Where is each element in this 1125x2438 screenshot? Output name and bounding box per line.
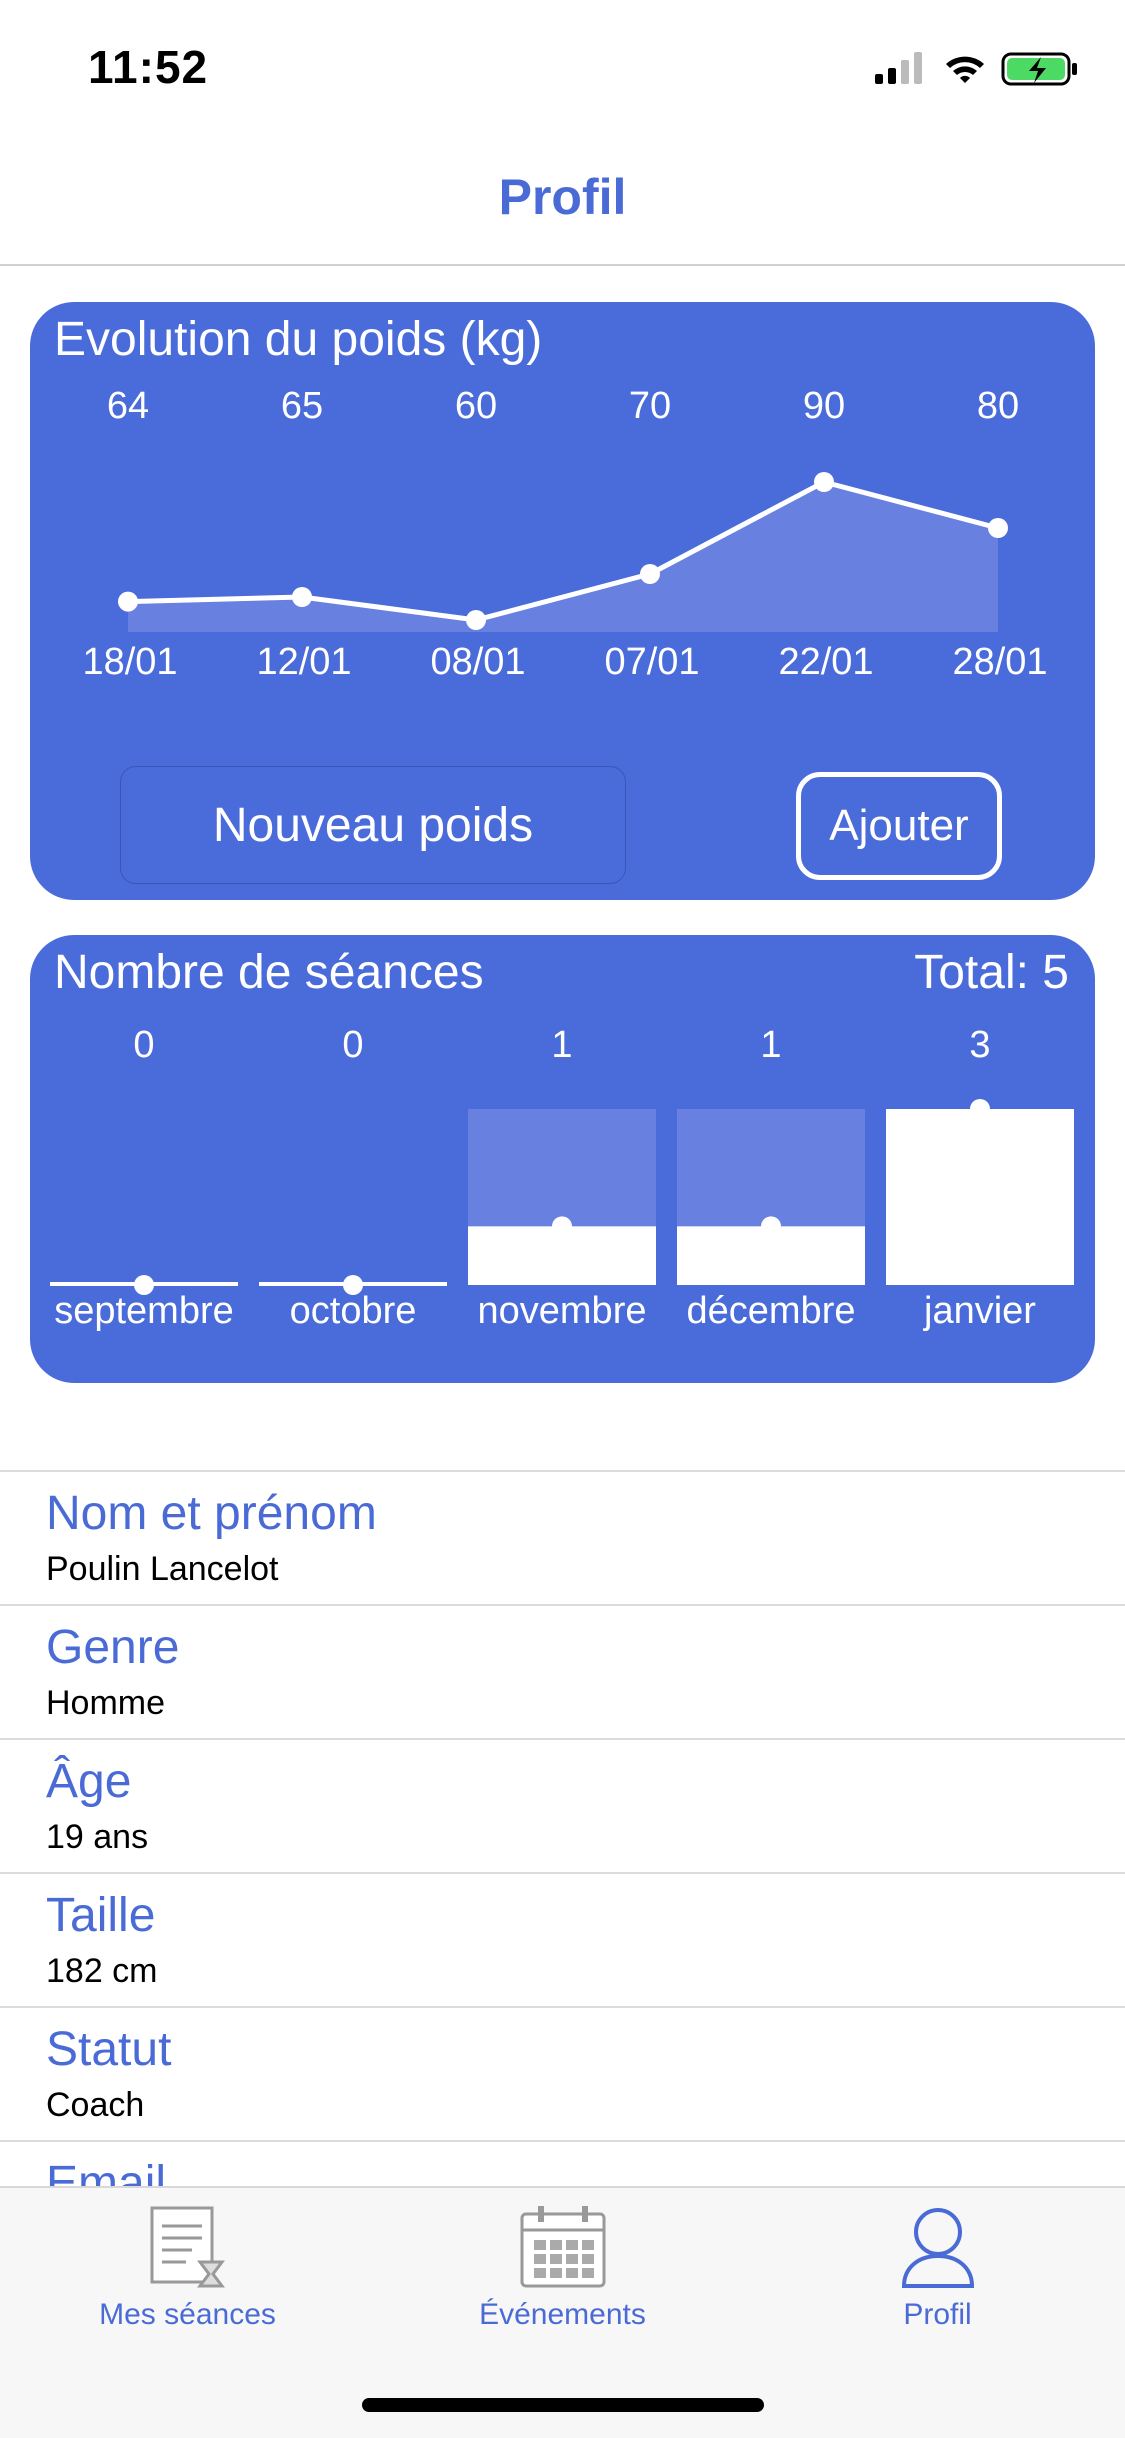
weight-date-label: 08/01 [430,641,525,683]
profile-label: Âge [46,1755,132,1808]
calendar-icon [520,2206,605,2288]
profile-row-gender[interactable]: Genre Homme [0,1604,1125,1738]
weight-data-label: 80 [977,385,1019,427]
tab-profil[interactable]: Profil [750,2188,1125,2348]
profile-icon [901,2208,974,2288]
weight-data-label: 64 [107,385,149,427]
sessions-icon [150,2206,225,2288]
profile-row-name[interactable]: Nom et prénom Poulin Lancelot [0,1470,1125,1604]
page-title: Profil [498,169,627,225]
session-month-label: décembre [687,1290,856,1332]
profile-label: Taille [46,1889,156,1942]
navigation-bar: Profil [0,132,1125,266]
weight-point [466,610,486,630]
profile-value: Poulin Lancelot [46,1550,279,1588]
session-data-label: 0 [133,1024,154,1066]
weight-date-label: 12/01 [256,641,351,683]
weight-date-label: 07/01 [604,641,699,683]
weight-chart: 64 18/01 65 12/01 60 08/01 70 07/01 90 22/01 80 28/… [82,385,1047,683]
weight-date-label: 28/01 [952,641,1047,683]
weight-date-label: 18/01 [82,641,177,683]
session-month-label: septembre [54,1290,234,1332]
profile-label: Nom et prénom [46,1487,377,1540]
profile-value: 182 cm [46,1952,158,1990]
session-month-label: janvier [923,1290,1036,1332]
session-bar [886,1109,1074,1285]
sessions-chart: 0 septembre 0 octobre 1 novembre 1 décembre 3 jan… [50,1024,1074,1332]
weight-point [118,591,138,612]
profile-row-height[interactable]: Taille 182 cm [0,1872,1125,2006]
add-weight-button[interactable]: Ajouter [796,772,1002,880]
session-month-label: novembre [478,1290,647,1332]
weight-data-label: 65 [281,385,323,427]
session-data-label: 1 [551,1024,572,1066]
new-weight-input[interactable]: Nouveau poids [120,766,626,884]
profile-row-status[interactable]: Statut Coach [0,2006,1125,2140]
weight-data-label: 70 [629,385,671,427]
profile-value: Homme [46,1684,166,1722]
wifi-icon [946,56,984,83]
profile-info-list: Nom et prénom Poulin Lancelot Genre Homm… [0,1470,1125,2274]
status-icons [875,52,1077,86]
session-point [970,1099,990,1119]
session-point [552,1216,572,1237]
status-bar: 11:52 [0,0,1125,132]
tab-label: Événements [479,2298,646,2331]
session-data-label: 1 [760,1024,781,1066]
weight-data-label: 60 [455,385,497,427]
weight-point [988,518,1008,538]
home-indicator [362,2398,764,2412]
status-time: 11:52 [88,41,209,93]
weight-point [814,472,834,492]
profile-label: Genre [46,1621,180,1674]
weight-point [640,564,660,584]
session-data-label: 0 [342,1024,363,1066]
weight-card: Evolution du poids (kg) 64 18/01 65 12/01 60… [30,302,1095,900]
session-month-label: octobre [290,1290,417,1332]
weight-date-label: 22/01 [778,641,873,683]
battery-icon [1001,52,1077,86]
signal-icon [875,52,922,84]
profile-label: Statut [46,2023,172,2076]
weight-area [128,482,998,632]
profile-value: 19 ans [46,1818,149,1856]
tab-evenements[interactable]: Événements [375,2188,750,2348]
weight-data-label: 90 [803,385,845,427]
profile-value: Coach [46,2086,145,2124]
sessions-card: Nombre de séances Total: 5 0 septembre 0 oc… [30,935,1095,1383]
tab-label: Profil [903,2298,972,2331]
tab-mes-seances[interactable]: Mes séances [0,2188,375,2348]
weight-point [292,587,312,607]
profile-row-age[interactable]: Âge 19 ans [0,1738,1125,1872]
session-point [761,1216,781,1237]
session-data-label: 3 [969,1024,990,1066]
tab-label: Mes séances [99,2298,276,2331]
